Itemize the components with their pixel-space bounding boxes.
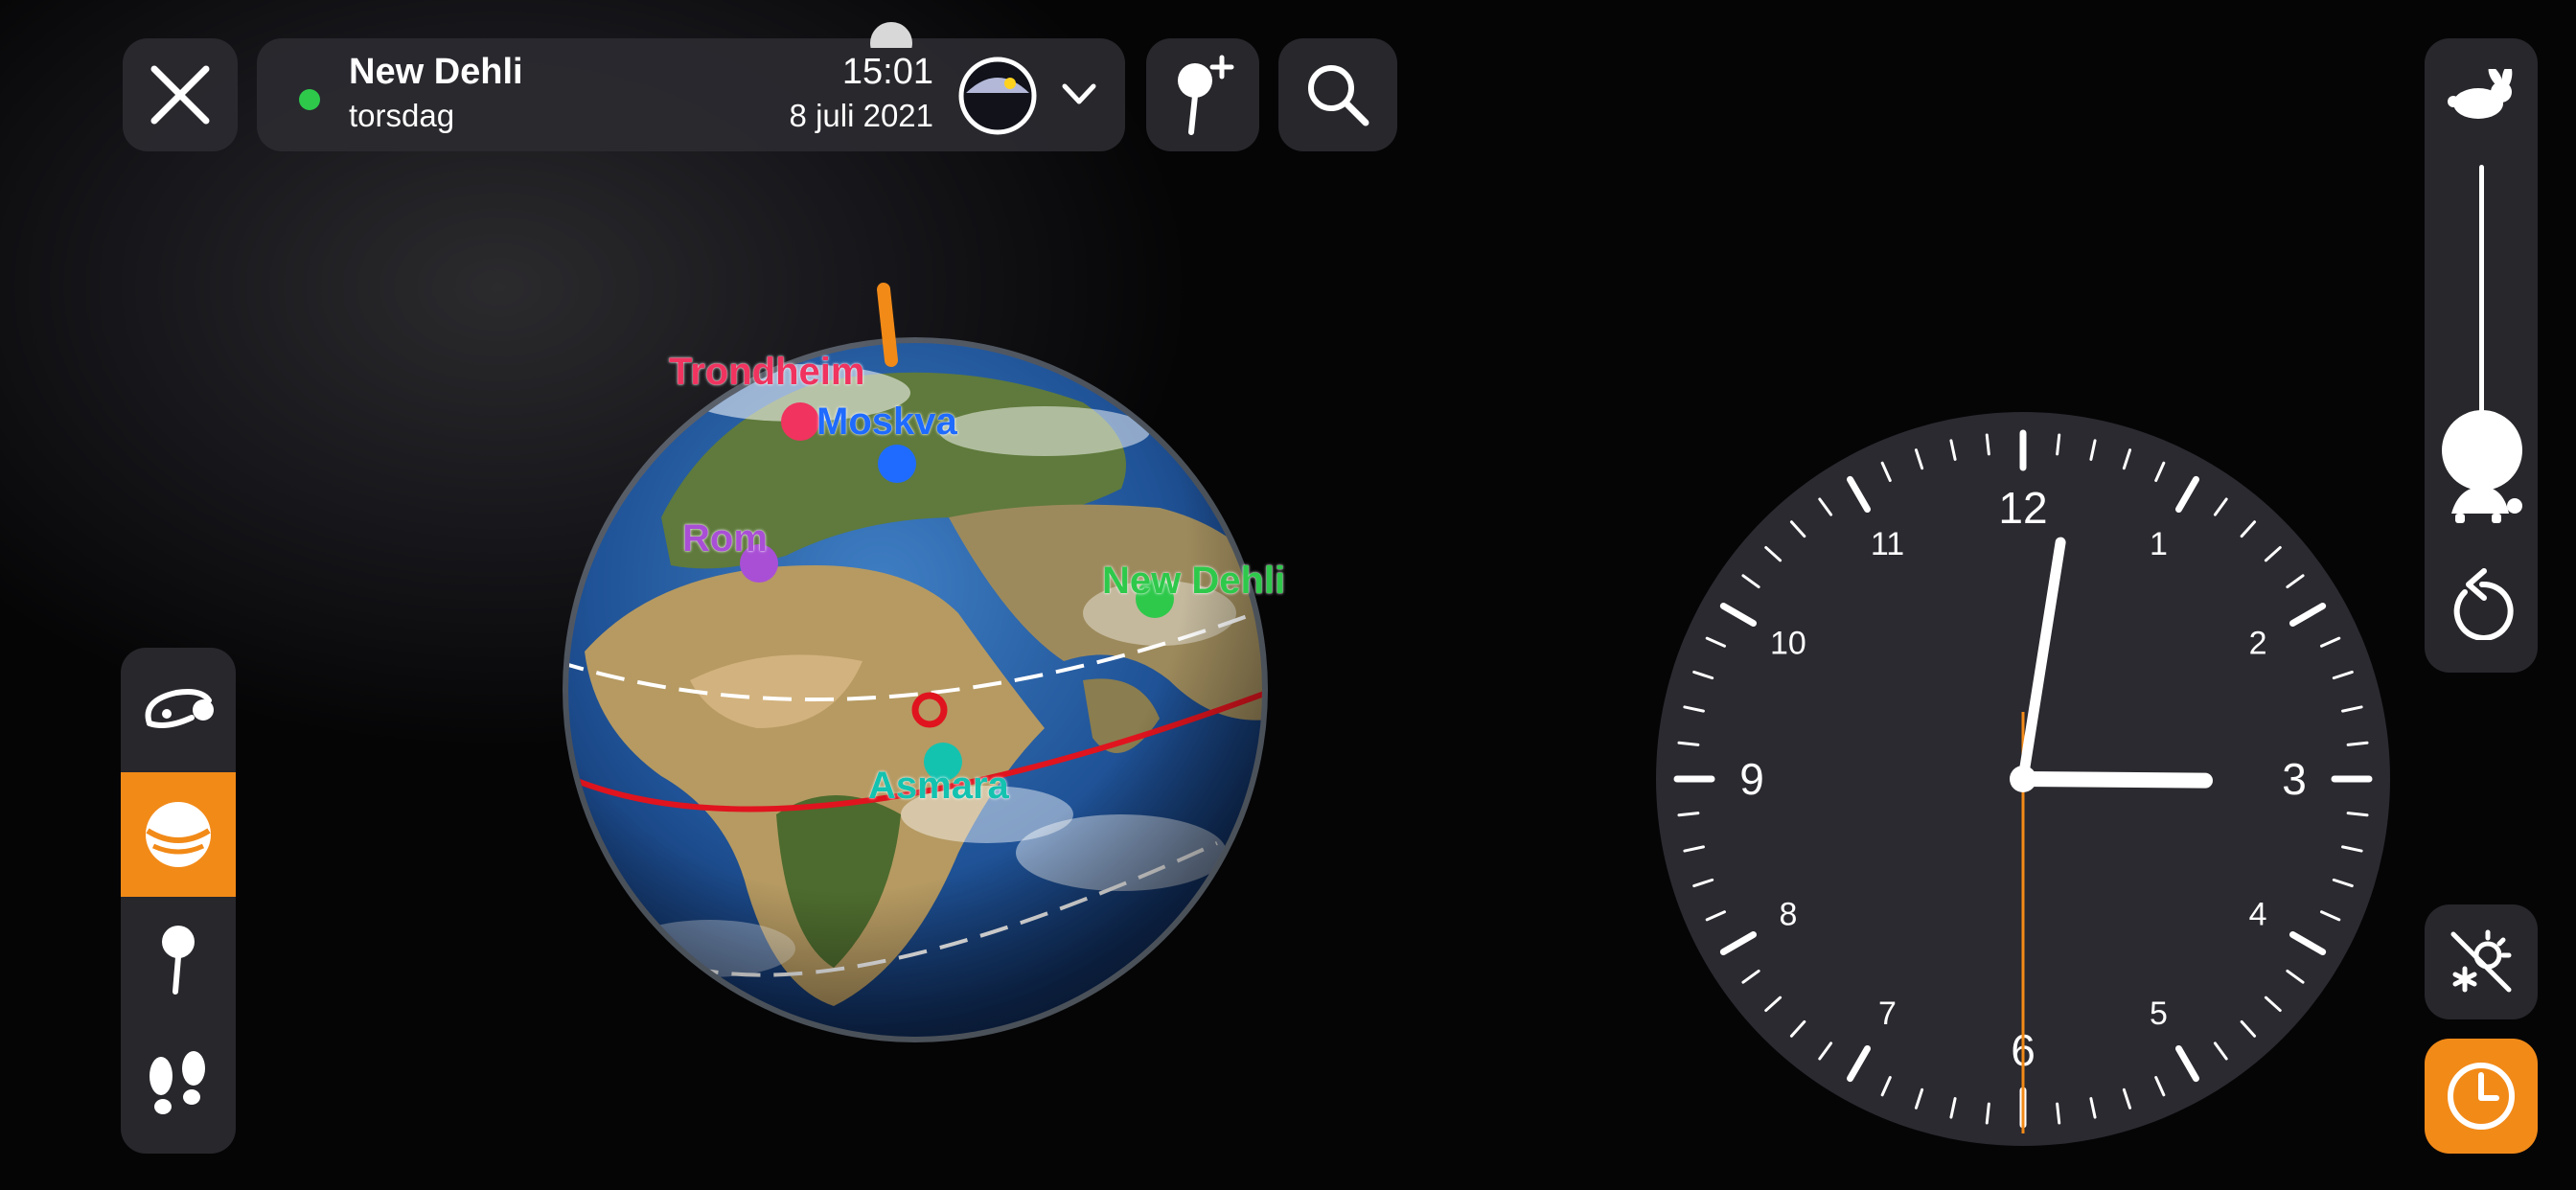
orbit-icon	[145, 689, 214, 728]
tool-pin[interactable]	[121, 897, 236, 1021]
minute-tick	[1985, 1102, 1990, 1125]
speed-slider-thumb[interactable]	[2442, 410, 2522, 491]
clock-icon	[2448, 1063, 2515, 1130]
marker-pin-moskva[interactable]	[878, 445, 916, 483]
view-toolbar	[121, 648, 236, 1154]
weather-off-icon	[2450, 929, 2512, 993]
close-button[interactable]	[123, 38, 238, 151]
search-icon	[1308, 65, 1369, 126]
weather-toggle-button[interactable]	[2425, 904, 2538, 1019]
axis-marker	[877, 283, 898, 367]
status-dot	[299, 89, 320, 110]
clock-number-1: 1	[2150, 526, 2168, 562]
moon-icon	[870, 22, 912, 48]
marker-label-rom: Rom	[682, 517, 768, 560]
day-night-icon[interactable]	[956, 55, 1039, 137]
planet-icon	[146, 802, 211, 867]
clock-number-5: 5	[2150, 995, 2168, 1032]
speed-slider-track[interactable]	[2479, 165, 2484, 452]
minute-tick	[1677, 812, 1700, 817]
location-name: New Dehli	[349, 52, 523, 92]
clock-number-3: 3	[2282, 754, 2307, 804]
reset-icon[interactable]	[2448, 563, 2517, 640]
close-icon	[150, 65, 210, 125]
footsteps-icon	[150, 1051, 205, 1114]
minute-tick	[2346, 741, 2369, 746]
marker-pin-trondheim[interactable]	[781, 402, 819, 441]
rabbit-icon[interactable]	[2444, 69, 2518, 123]
hour-hand	[2015, 771, 2213, 789]
current-time: 15:01	[841, 52, 933, 92]
clock-number-9: 9	[1739, 754, 1764, 804]
tool-footsteps[interactable]	[121, 1021, 236, 1146]
speed-panel	[2425, 38, 2538, 673]
weekday: torsdag	[349, 98, 455, 133]
tool-planet[interactable]	[121, 772, 236, 897]
clock-number-2: 2	[2249, 626, 2267, 662]
clock-number-12: 12	[1998, 483, 2047, 533]
turtle-icon[interactable]	[2440, 481, 2522, 529]
search-button[interactable]	[1278, 38, 1397, 151]
minute-tick	[1677, 741, 1700, 746]
tool-orbit[interactable]	[121, 648, 236, 772]
clock-number-4: 4	[2249, 897, 2267, 933]
current-date: 8 juli 2021	[789, 98, 933, 133]
marker-label-trondheim: Trondheim	[669, 351, 865, 393]
add-pin-button[interactable]	[1146, 38, 1259, 151]
globe[interactable]	[546, 278, 1275, 1054]
marker-label-asmara: Asmara	[868, 765, 1009, 807]
add-pin-icon	[1178, 55, 1234, 135]
clock-center	[2010, 766, 2036, 792]
minute-tick	[2056, 1102, 2061, 1125]
clock-number-8: 8	[1779, 897, 1797, 933]
clock-number-11: 11	[1871, 526, 1904, 562]
clock-number-7: 7	[1878, 995, 1897, 1032]
chevron-down-icon[interactable]	[1060, 80, 1098, 109]
clock-number-10: 10	[1770, 626, 1806, 662]
marker-label-moskva: Moskva	[816, 400, 957, 443]
minute-tick	[2056, 433, 2061, 456]
minute-tick	[1985, 433, 1990, 456]
analog-clock: 121234567891011	[1656, 412, 2390, 1146]
clock-mode-button[interactable]	[2425, 1039, 2538, 1154]
pin-icon	[162, 926, 195, 995]
marker-label-new-dehli: New Dehli	[1102, 560, 1286, 602]
minute-tick	[2346, 812, 2369, 817]
location-bar[interactable]: New Dehli torsdag 15:01 8 juli 2021	[257, 38, 1125, 151]
